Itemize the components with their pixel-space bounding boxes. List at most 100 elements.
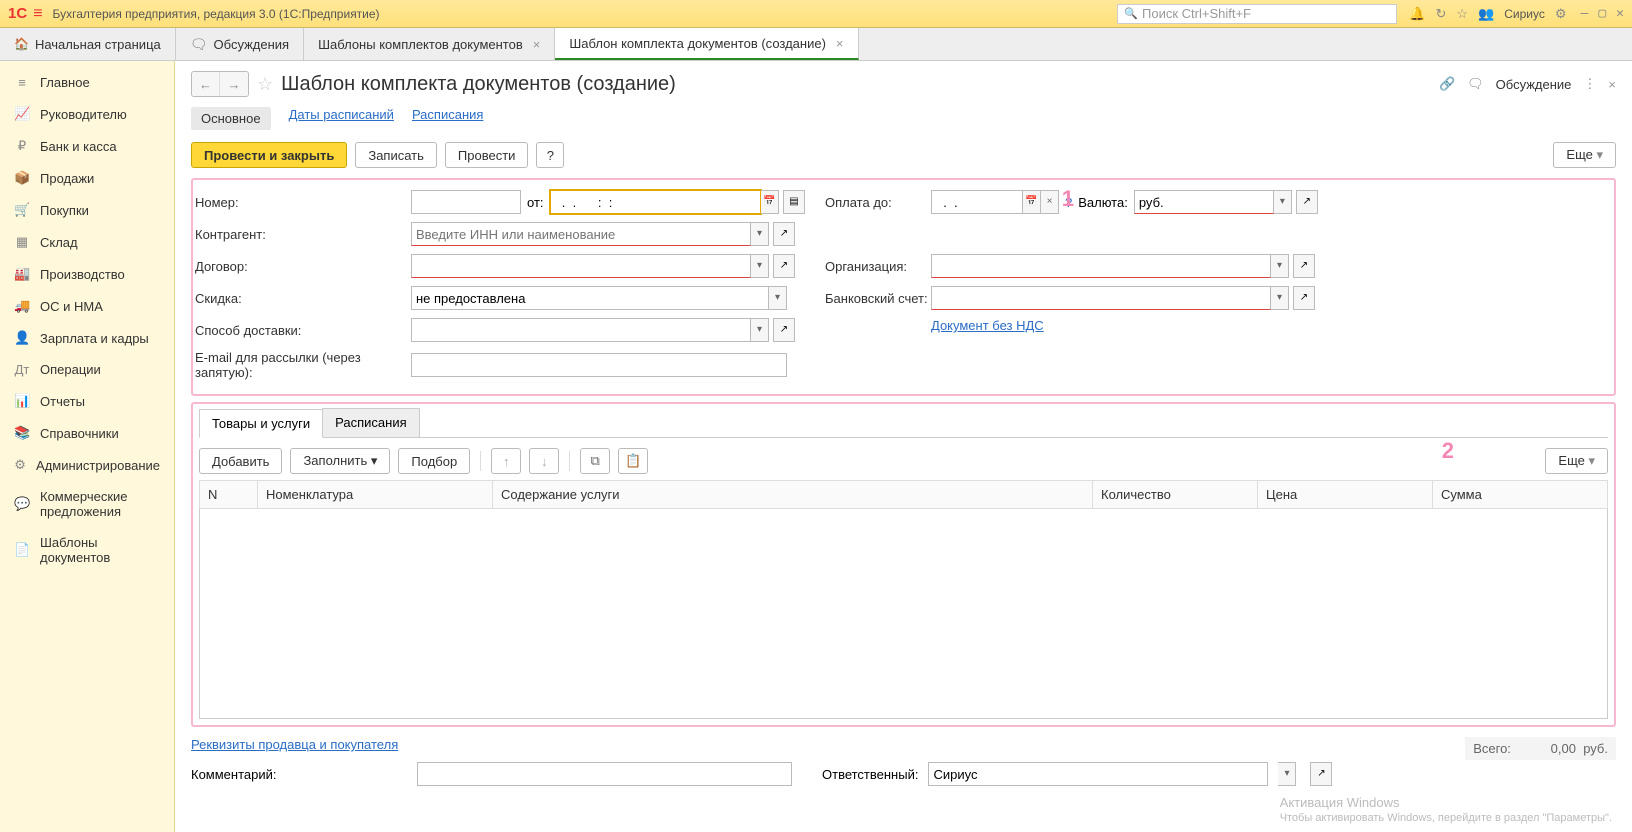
col-sum[interactable]: Сумма (1433, 481, 1608, 509)
sidebar-item-bank[interactable]: ₽Банк и касса (0, 130, 174, 162)
tab-start-page[interactable]: Начальная страница (0, 28, 176, 60)
sidebar-item-admin[interactable]: ⚙Администрирование (0, 449, 174, 481)
tab-discussions[interactable]: Обсуждения (176, 28, 304, 60)
email-input[interactable] (411, 353, 787, 377)
dropdown-icon[interactable]: ▾ (1274, 190, 1292, 214)
discussion-button[interactable]: Обсуждение (1496, 77, 1572, 92)
open-icon[interactable]: ↗ (773, 318, 795, 342)
calendar-icon[interactable]: 📅 (1023, 190, 1041, 214)
col-nomenclature[interactable]: Номенклатура (258, 481, 493, 509)
responsible-input[interactable] (928, 762, 1268, 786)
comment-input[interactable] (417, 762, 792, 786)
currency-input[interactable] (1134, 190, 1274, 214)
open-icon[interactable]: ↗ (1310, 762, 1332, 786)
payuntil-input[interactable] (931, 190, 1023, 214)
close-button[interactable]: ✕ (1616, 6, 1624, 21)
open-icon[interactable]: ↗ (1293, 286, 1315, 310)
col-qty[interactable]: Количество (1093, 481, 1258, 509)
discussion-icon[interactable]: 🗨 (1467, 76, 1484, 92)
time-picker-icon[interactable]: ▤ (783, 190, 805, 214)
dropdown-icon[interactable]: ▾ (1271, 254, 1289, 278)
close-icon[interactable]: × (836, 36, 844, 51)
link-icon[interactable]: 🔗 (1439, 76, 1455, 92)
col-service[interactable]: Содержание услуги (493, 481, 1093, 509)
tab-template-create[interactable]: Шаблон комплекта документов (создание)× (555, 28, 858, 60)
contract-input[interactable] (411, 254, 751, 278)
write-button[interactable]: Записать (355, 142, 437, 168)
move-down-button[interactable]: ↓ (529, 448, 559, 474)
sidebar-item-templates[interactable]: 📄Шаблоны документов (0, 527, 174, 573)
sidebar-item-purchases[interactable]: 🛒Покупки (0, 194, 174, 226)
maximize-button[interactable]: ▢ (1598, 6, 1606, 21)
post-and-close-button[interactable]: Провести и закрыть (191, 142, 347, 168)
delivery-input[interactable] (411, 318, 751, 342)
more-icon[interactable]: ⋮ (1583, 76, 1596, 92)
counterparty-input[interactable] (411, 222, 751, 246)
sidebar-item-catalogs[interactable]: 📚Справочники (0, 417, 174, 449)
history-icon[interactable]: ↻ (1435, 6, 1446, 22)
post-button[interactable]: Провести (445, 142, 529, 168)
global-search-input[interactable]: Поиск Ctrl+Shift+F (1117, 4, 1397, 24)
calendar-icon[interactable]: 📅 (761, 190, 779, 214)
help-button[interactable]: ? (536, 142, 564, 168)
add-button[interactable]: Добавить (199, 448, 282, 474)
back-button[interactable]: ← (192, 72, 220, 96)
subtab-dates[interactable]: Даты расписаний (289, 107, 394, 130)
bell-icon[interactable]: 🔔 (1409, 6, 1425, 22)
bankacc-input[interactable] (931, 286, 1271, 310)
number-input[interactable] (411, 190, 521, 214)
sidebar-item-main[interactable]: ≡Главное (0, 67, 174, 98)
current-user[interactable]: Сириус (1504, 7, 1545, 21)
sidebar-item-warehouse[interactable]: ▦Склад (0, 226, 174, 258)
sidebar-item-operations[interactable]: ДтОперации (0, 354, 174, 385)
close-icon[interactable]: × (533, 37, 541, 52)
settings-icon[interactable]: ⚙ (1555, 6, 1567, 22)
dropdown-icon[interactable]: ▾ (769, 286, 787, 310)
open-icon[interactable]: ↗ (1296, 190, 1318, 214)
open-icon[interactable]: ↗ (1293, 254, 1315, 278)
sidebar-item-sales[interactable]: 📦Продажи (0, 162, 174, 194)
move-up-button[interactable]: ↑ (491, 448, 521, 474)
dropdown-icon[interactable]: ▾ (1271, 286, 1289, 310)
date-input[interactable] (550, 190, 761, 214)
paste-button[interactable]: 📋 (618, 448, 648, 474)
sidebar-item-manager[interactable]: 📈Руководителю (0, 98, 174, 130)
favorite-icon[interactable]: ☆ (257, 74, 273, 95)
tab-goods[interactable]: Товары и услуги (199, 409, 323, 438)
open-icon[interactable]: ↗ (773, 222, 795, 246)
dropdown-icon[interactable]: ▾ (1278, 762, 1296, 786)
select-button[interactable]: Подбор (398, 448, 470, 474)
sidebar-item-assets[interactable]: 🚚ОС и НМА (0, 290, 174, 322)
copy-button[interactable]: ⧉ (580, 448, 610, 474)
forward-button[interactable]: → (220, 72, 248, 96)
items-table-body[interactable] (199, 509, 1608, 719)
fill-button[interactable]: Заполнить ▾ (290, 448, 390, 474)
sidebar-item-reports[interactable]: 📊Отчеты (0, 385, 174, 417)
col-price[interactable]: Цена (1258, 481, 1433, 509)
close-page-button[interactable]: × (1608, 77, 1616, 92)
no-vat-link[interactable]: Документ без НДС (931, 318, 1044, 333)
more-button[interactable]: Еще (1553, 142, 1616, 168)
star-icon[interactable]: ☆ (1456, 6, 1468, 22)
table-more-button[interactable]: Еще (1545, 448, 1608, 474)
subtab-schedules[interactable]: Расписания (412, 107, 483, 130)
dropdown-icon[interactable]: ▾ (751, 318, 769, 342)
main-menu-icon[interactable]: ≡ (33, 5, 42, 23)
open-icon[interactable]: ↗ (773, 254, 795, 278)
clear-icon[interactable]: × (1041, 190, 1059, 214)
sidebar-item-offers[interactable]: 💬Коммерческие предложения (0, 481, 174, 527)
col-n[interactable]: N (200, 481, 258, 509)
minimize-button[interactable]: — (1581, 6, 1589, 21)
org-input[interactable] (931, 254, 1271, 278)
sidebar-item-hr[interactable]: 👤Зарплата и кадры (0, 322, 174, 354)
items-table[interactable]: N Номенклатура Содержание услуги Количес… (199, 480, 1608, 509)
tab-templates-list[interactable]: Шаблоны комплектов документов× (304, 28, 555, 60)
requisites-link[interactable]: Реквизиты продавца и покупателя (191, 737, 398, 752)
subtab-main[interactable]: Основное (191, 107, 271, 130)
users-icon[interactable]: 👥 (1478, 6, 1494, 22)
discount-input[interactable] (411, 286, 769, 310)
dropdown-icon[interactable]: ▾ (751, 222, 769, 246)
dropdown-icon[interactable]: ▾ (751, 254, 769, 278)
sidebar-item-production[interactable]: 🏭Производство (0, 258, 174, 290)
tab-schedules[interactable]: Расписания (322, 408, 419, 437)
